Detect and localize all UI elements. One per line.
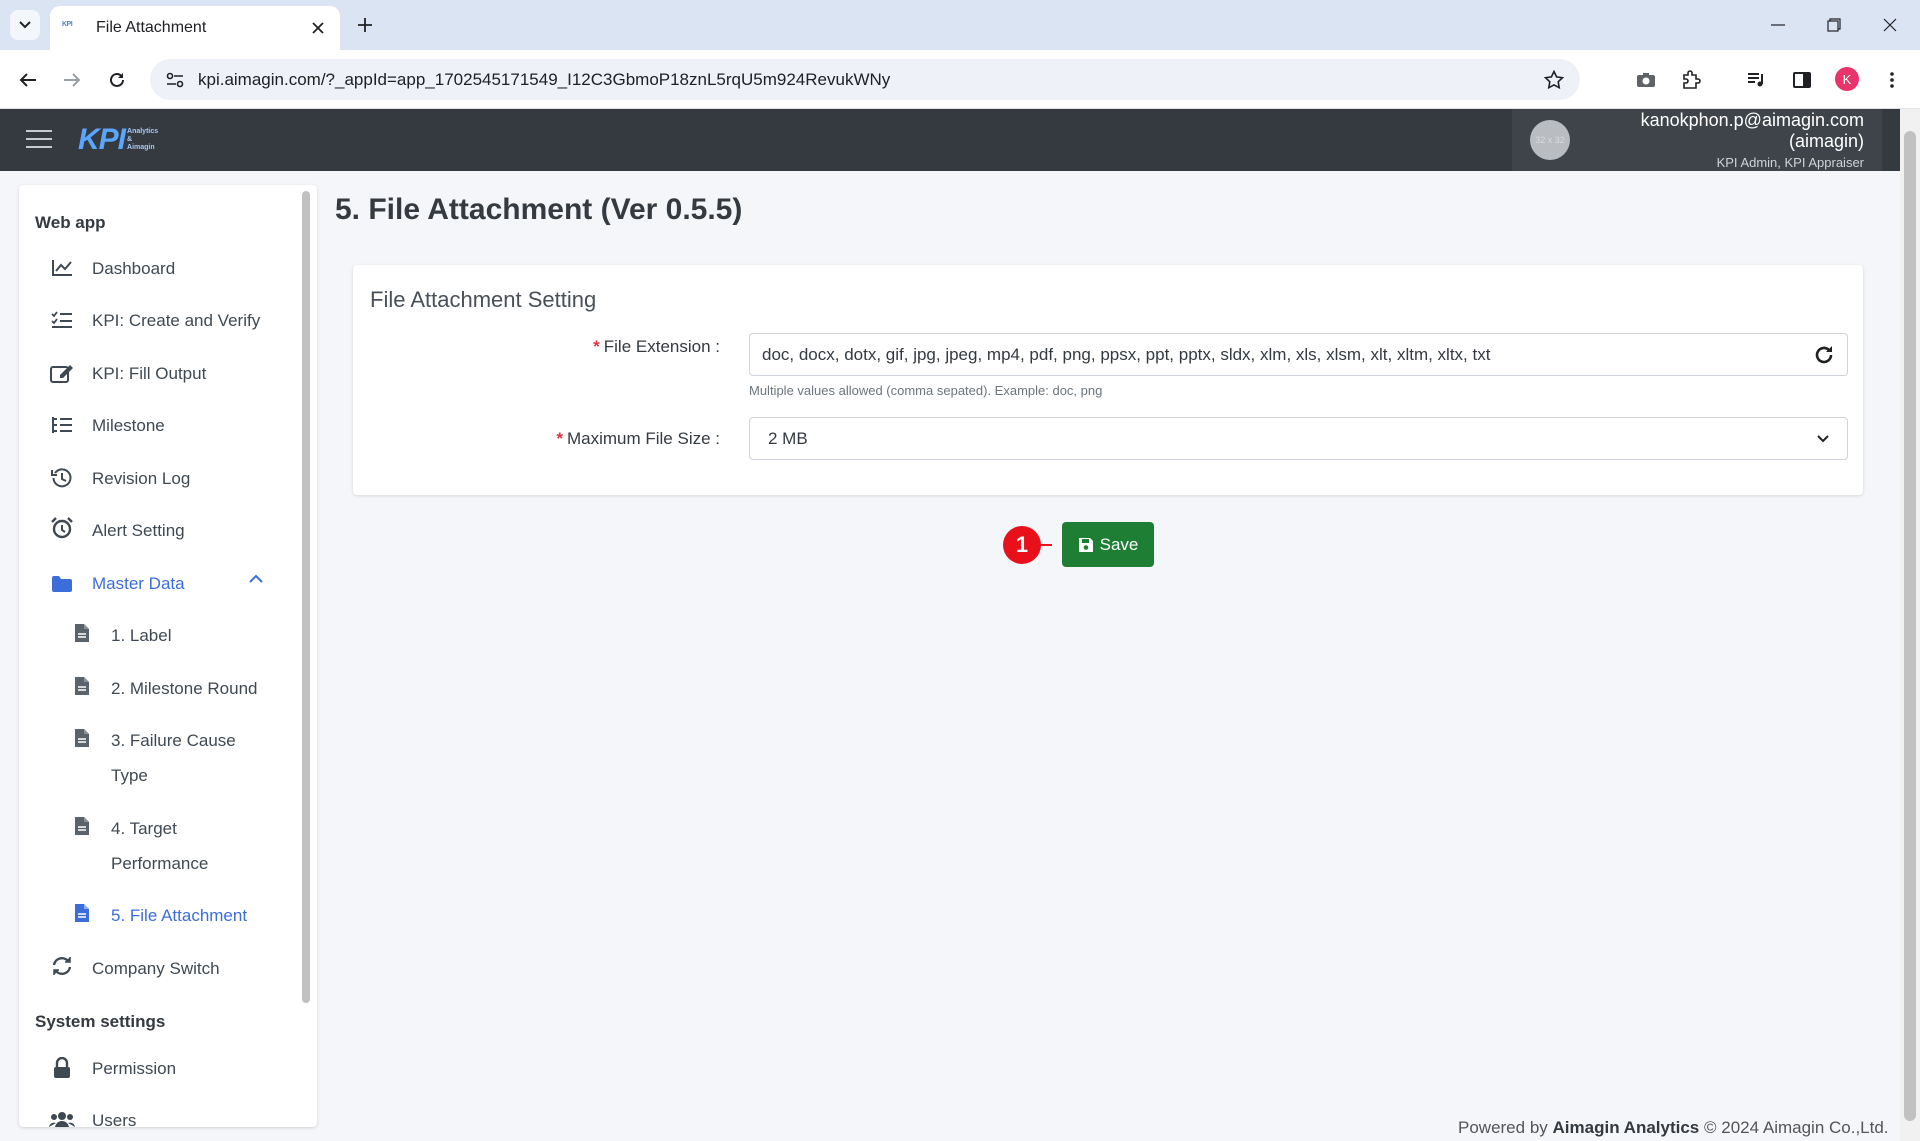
logo-subtext: Analytics & Aimagin bbox=[127, 128, 159, 151]
chart-line-icon bbox=[52, 260, 72, 276]
browser-menu-button[interactable] bbox=[1876, 64, 1908, 96]
file-extension-label: * File Extension : bbox=[593, 337, 720, 356]
close-window-button[interactable] bbox=[1876, 12, 1904, 38]
arrow-left-icon bbox=[19, 73, 36, 87]
page-scrollbar-thumb[interactable] bbox=[1904, 131, 1916, 1121]
screenshot-button[interactable] bbox=[1630, 64, 1662, 96]
restore-button[interactable] bbox=[1820, 12, 1848, 38]
user-email: kanokphon.p@aimagin.com (aimagin) bbox=[1640, 110, 1864, 151]
minimize-button[interactable] bbox=[1764, 12, 1792, 38]
browser-toolbar: kpi.aimagin.com/?_appId=app_170254517154… bbox=[0, 50, 1920, 109]
side-panel-icon bbox=[1793, 72, 1811, 88]
back-button[interactable] bbox=[12, 64, 44, 96]
file-icon bbox=[75, 624, 89, 642]
sidebar-section-webapp: Web app bbox=[35, 213, 106, 232]
profile-avatar[interactable]: K bbox=[1835, 67, 1859, 91]
save-button-label: Save bbox=[1099, 534, 1139, 554]
url-text: kpi.aimagin.com/?_appId=app_170254517154… bbox=[198, 69, 891, 89]
side-panel-button[interactable] bbox=[1786, 64, 1818, 96]
users-icon bbox=[49, 1112, 75, 1127]
puzzle-icon bbox=[1683, 70, 1701, 89]
max-file-size-value: 2 MB bbox=[768, 428, 808, 448]
sidebar: Web app Dashboard KPI: Create and Verify… bbox=[19, 185, 317, 1127]
app-logo[interactable]: KPI Analytics & Aimagin bbox=[78, 123, 158, 157]
sync-icon bbox=[52, 957, 72, 975]
avatar: 32 x 32 bbox=[1530, 120, 1570, 160]
history-icon bbox=[51, 468, 72, 488]
step-marker-pointer bbox=[1040, 544, 1052, 546]
alarm-icon bbox=[51, 517, 73, 539]
user-menu[interactable]: 32 x 32 kanokphon.p@aimagin.com (aimagin… bbox=[1512, 109, 1882, 171]
tasks-icon bbox=[52, 417, 72, 433]
user-roles: KPI Admin, KPI Appraiser bbox=[1716, 155, 1864, 170]
forward-button[interactable] bbox=[56, 64, 88, 96]
footer: Powered by Aimagin Analytics © 2024 Aima… bbox=[1458, 1118, 1889, 1137]
tab-close-button[interactable] bbox=[308, 18, 328, 38]
site-info-icon bbox=[166, 72, 184, 87]
playlist-icon bbox=[1748, 73, 1763, 87]
media-controls-button[interactable] bbox=[1741, 64, 1773, 96]
browser-tab-active[interactable]: KPI File Attachment bbox=[50, 6, 340, 50]
page-scrollbar[interactable] bbox=[1900, 109, 1920, 1141]
file-extension-help: Multiple values allowed (comma sepated).… bbox=[749, 383, 1103, 398]
address-bar[interactable]: kpi.aimagin.com/?_appId=app_170254517154… bbox=[150, 59, 1580, 100]
reload-button[interactable] bbox=[101, 64, 133, 96]
file-extension-value: doc, docx, dotx, gif, jpg, jpeg, mp4, pd… bbox=[762, 344, 1491, 364]
sidebar-section-system: System settings bbox=[35, 1012, 166, 1031]
close-icon bbox=[312, 22, 324, 34]
plus-icon bbox=[358, 18, 372, 32]
new-tab-button[interactable] bbox=[352, 12, 378, 38]
app-header: KPI Analytics & Aimagin 32 x 32 kanokpho… bbox=[0, 109, 1920, 171]
chevron-up-icon bbox=[249, 574, 263, 583]
tab-search-button[interactable] bbox=[10, 10, 40, 40]
file-icon bbox=[75, 677, 89, 695]
file-icon bbox=[75, 817, 89, 835]
more-vertical-icon bbox=[1890, 72, 1894, 88]
lock-icon bbox=[54, 1057, 70, 1078]
extensions-button[interactable] bbox=[1675, 64, 1707, 96]
close-icon bbox=[1883, 18, 1897, 32]
reload-icon bbox=[110, 72, 124, 87]
footer-brand-link[interactable]: Aimagin Analytics bbox=[1553, 1118, 1700, 1137]
checklist-icon bbox=[51, 311, 72, 328]
folder-icon bbox=[52, 576, 72, 592]
card-title: File Attachment Setting bbox=[370, 287, 597, 312]
file-attachment-setting-card: File Attachment Setting * File Extension … bbox=[353, 265, 1863, 495]
tab-title: File Attachment bbox=[96, 19, 207, 36]
minimize-icon bbox=[1771, 24, 1785, 26]
step-marker: 1 bbox=[1003, 526, 1041, 564]
floppy-disk-icon bbox=[1078, 537, 1093, 552]
sidebar-scrollbar[interactable] bbox=[302, 191, 310, 1003]
reset-icon[interactable] bbox=[1813, 344, 1835, 366]
chevron-down-icon bbox=[1817, 434, 1829, 442]
edit-icon bbox=[50, 365, 73, 383]
logo-kpi-text: KPI bbox=[78, 123, 126, 156]
arrow-right-icon bbox=[64, 73, 81, 87]
save-button[interactable]: Save bbox=[1062, 522, 1154, 567]
file-extension-input[interactable]: doc, docx, dotx, gif, jpg, jpeg, mp4, pd… bbox=[749, 333, 1848, 376]
max-file-size-select[interactable]: 2 MB bbox=[749, 417, 1848, 460]
star-icon[interactable] bbox=[1544, 69, 1564, 90]
restore-icon bbox=[1827, 18, 1841, 32]
browser-tabstrip: KPI File Attachment bbox=[0, 0, 1920, 50]
file-icon bbox=[75, 729, 89, 747]
sidebar-toggle-button[interactable] bbox=[26, 129, 52, 151]
max-file-size-label: * Maximum File Size : bbox=[556, 429, 720, 448]
camera-icon bbox=[1637, 73, 1655, 87]
hamburger-icon bbox=[26, 130, 52, 148]
page-title: 5. File Attachment (Ver 0.5.5) bbox=[335, 193, 743, 226]
file-icon bbox=[75, 904, 89, 922]
favicon-icon: KPI bbox=[62, 21, 73, 28]
chevron-down-icon bbox=[19, 21, 31, 29]
